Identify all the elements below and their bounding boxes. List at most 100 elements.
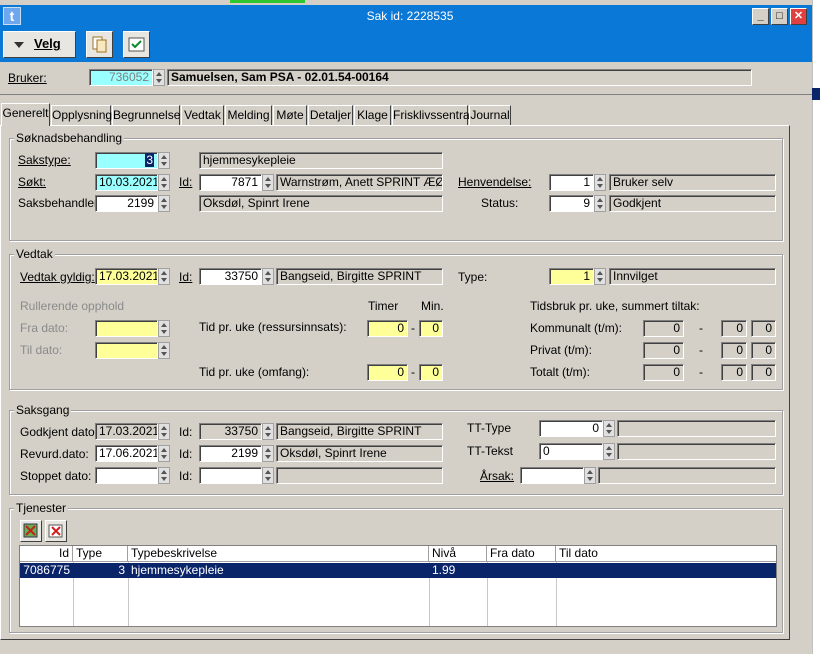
- tab-vedtak[interactable]: Vedtak: [181, 105, 224, 125]
- desktop-background-strip: [812, 88, 820, 100]
- tab-klage[interactable]: Klage: [354, 105, 391, 125]
- kommunalt-sep: -: [699, 321, 703, 335]
- window-title: Sak id: 2228535: [366, 9, 454, 23]
- cell-id: 7086775: [23, 563, 70, 577]
- arsak-spin[interactable]: [584, 467, 596, 484]
- maximize-button[interactable]: □: [771, 8, 788, 25]
- tab-generelt[interactable]: Generelt: [1, 103, 50, 126]
- til-dato-field[interactable]: [95, 342, 158, 359]
- saksbehandler-spin[interactable]: [158, 195, 170, 212]
- saksbehandler-field[interactable]: 2199: [95, 195, 158, 212]
- stoppet-id-field[interactable]: [199, 467, 262, 484]
- timer-label: Timer: [368, 299, 399, 313]
- revurd-dato-spin[interactable]: [158, 445, 170, 462]
- sokt-person-text: Warnstrøm, Anett SPRINT ÆØÅÄ: [276, 174, 443, 191]
- tid-ressurs-min-field[interactable]: 0: [419, 320, 443, 337]
- vedtak-id-spin[interactable]: [262, 268, 274, 285]
- revurd-id-field[interactable]: 2199: [199, 445, 262, 462]
- fra-dato-spin[interactable]: [158, 320, 170, 337]
- approve-button[interactable]: [123, 31, 150, 58]
- godkjent-dato-spin[interactable]: [158, 423, 170, 440]
- col-til-dato[interactable]: Til dato: [556, 546, 776, 562]
- status-text: Godkjent: [609, 195, 776, 212]
- table-row[interactable]: 7086775 3 hjemmesykepleie 1.99: [20, 563, 776, 578]
- tid-ressurs-timer-field[interactable]: 0: [367, 320, 408, 337]
- sokt-id-field[interactable]: 7871: [199, 174, 262, 191]
- tid-omfang-min-field[interactable]: 0: [419, 364, 443, 381]
- tt-type-text: [617, 420, 776, 437]
- tt-tekst-field[interactable]: 0: [539, 443, 603, 460]
- sokt-date-field[interactable]: 10.03.2021: [95, 174, 158, 191]
- col-typebeskrivelse[interactable]: Typebeskrivelse: [128, 546, 429, 562]
- sakstype-spin[interactable]: [158, 152, 170, 169]
- saksbehandler-text: Oksdøl, Spinrt Irene: [199, 195, 443, 212]
- henvendelse-field[interactable]: 1: [549, 174, 594, 191]
- col-type[interactable]: Type: [73, 546, 128, 562]
- cell-beskrivelse: hjemmesykepleie: [131, 563, 224, 577]
- minimize-button[interactable]: _: [752, 8, 769, 25]
- status-label: Status:: [481, 196, 519, 210]
- cell-til-dato: [556, 563, 776, 578]
- app-icon: t: [3, 7, 21, 25]
- fra-dato-label: Fra dato:: [20, 321, 69, 335]
- add-service-icon: [23, 523, 38, 538]
- col-id[interactable]: Id: [20, 546, 73, 562]
- tid-omfang-timer-field[interactable]: 0: [367, 364, 408, 381]
- tab-frisklivssentral[interactable]: Frisklivssentral: [392, 105, 472, 125]
- revurd-dato-field[interactable]: 17.06.2021: [95, 445, 158, 462]
- col-niva[interactable]: Nivå: [429, 546, 487, 562]
- tab-detaljer[interactable]: Detaljer: [308, 105, 353, 125]
- godkjent-id-spin[interactable]: [262, 423, 274, 440]
- sokt-id-spin[interactable]: [262, 174, 274, 191]
- delete-tjeneste-button[interactable]: [45, 520, 67, 542]
- copy-button[interactable]: [86, 31, 113, 58]
- copy-icon: [92, 36, 107, 53]
- stoppet-dato-spin[interactable]: [158, 467, 170, 484]
- tab-begrunnelse[interactable]: Begrunnelse: [112, 105, 180, 125]
- add-tjeneste-button[interactable]: [20, 520, 42, 542]
- vedtak-id-label: Id:: [179, 270, 193, 284]
- tab-mote[interactable]: Møte: [273, 105, 307, 125]
- velg-button[interactable]: Velg: [3, 31, 76, 58]
- sokt-spin[interactable]: [158, 174, 170, 191]
- tt-type-spin[interactable]: [603, 420, 615, 437]
- status-spin[interactable]: [594, 195, 606, 212]
- close-button[interactable]: ✕: [790, 8, 807, 25]
- revurd-dato-label: Revurd.dato:: [20, 447, 89, 461]
- tab-melding[interactable]: Melding: [225, 105, 272, 125]
- fra-dato-field[interactable]: [95, 320, 158, 337]
- bruker-spin[interactable]: [153, 69, 165, 86]
- delete-icon: [48, 524, 63, 538]
- stoppet-dato-field[interactable]: [95, 467, 158, 484]
- rullerende-label: Rullerende opphold: [20, 299, 125, 313]
- arsak-label: Årsak:: [480, 469, 515, 483]
- henvendelse-spin[interactable]: [594, 174, 606, 191]
- stoppet-dato-label: Stoppet dato:: [20, 469, 92, 483]
- bruker-name-field: Samuelsen, Sam PSA - 02.01.54-00164: [167, 69, 752, 86]
- bruker-id-field[interactable]: 736052: [89, 69, 153, 86]
- tt-type-field[interactable]: 0: [539, 420, 603, 437]
- tab-journal[interactable]: Journal: [469, 105, 511, 125]
- henvendelse-text: Bruker selv: [609, 174, 776, 191]
- stoppet-id-spin[interactable]: [262, 467, 274, 484]
- saksbehandler-label: Saksbehandler:: [18, 196, 102, 210]
- kommunalt-min: 0: [721, 320, 747, 337]
- vedtak-gyldig-field[interactable]: 17.03.2021: [95, 268, 158, 285]
- vedtak-type-text: Innvilget: [609, 268, 776, 285]
- tid-ressurs-label: Tid pr. uke (ressursinnsats):: [199, 320, 347, 334]
- privat-min: 0: [721, 342, 747, 359]
- vedtak-type-spin[interactable]: [594, 268, 606, 285]
- tt-tekst-spin[interactable]: [603, 443, 615, 460]
- til-dato-spin[interactable]: [158, 342, 170, 359]
- soknad-title: Søknadsbehandling: [14, 131, 125, 145]
- tt-type-label: TT-Type: [467, 421, 512, 435]
- vedtak-type-field[interactable]: 1: [549, 268, 594, 285]
- col-fra-dato[interactable]: Fra dato: [487, 546, 556, 562]
- status-field[interactable]: 9: [549, 195, 594, 212]
- arsak-field[interactable]: [520, 467, 584, 484]
- tab-opplysning[interactable]: Opplysning: [51, 105, 112, 125]
- revurd-id-spin[interactable]: [262, 445, 274, 462]
- sakstype-field[interactable]: 3: [95, 152, 158, 169]
- vedtak-gyldig-spin[interactable]: [158, 268, 170, 285]
- vedtak-id-field[interactable]: 33750: [199, 268, 262, 285]
